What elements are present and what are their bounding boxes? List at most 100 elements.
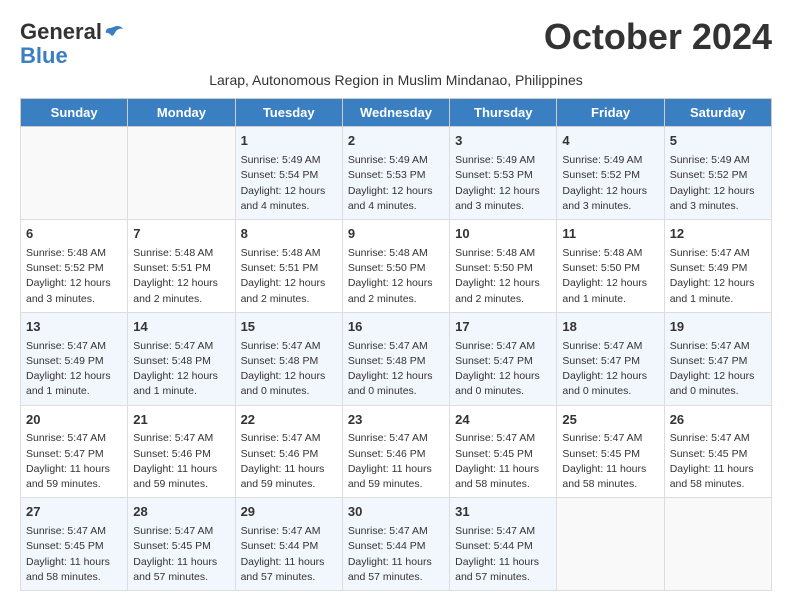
calendar-cell: 23Sunrise: 5:47 AMSunset: 5:46 PMDayligh… xyxy=(342,405,449,498)
day-info: Daylight: 11 hours xyxy=(455,555,551,570)
day-number: 27 xyxy=(26,503,122,522)
day-info: and 3 minutes. xyxy=(26,292,122,307)
day-info: Sunset: 5:50 PM xyxy=(455,261,551,276)
calendar-cell: 13Sunrise: 5:47 AMSunset: 5:49 PMDayligh… xyxy=(21,312,128,405)
day-info: Sunrise: 5:49 AM xyxy=(455,153,551,168)
day-info: Daylight: 12 hours xyxy=(455,369,551,384)
calendar-cell: 30Sunrise: 5:47 AMSunset: 5:44 PMDayligh… xyxy=(342,498,449,591)
calendar-table: SundayMondayTuesdayWednesdayThursdayFrid… xyxy=(20,98,772,591)
day-info: Sunrise: 5:47 AM xyxy=(241,339,337,354)
day-info: Daylight: 12 hours xyxy=(670,184,766,199)
day-info: and 58 minutes. xyxy=(455,477,551,492)
day-info: Sunrise: 5:47 AM xyxy=(455,431,551,446)
day-info: Daylight: 12 hours xyxy=(348,369,444,384)
calendar-cell: 15Sunrise: 5:47 AMSunset: 5:48 PMDayligh… xyxy=(235,312,342,405)
calendar-cell: 8Sunrise: 5:48 AMSunset: 5:51 PMDaylight… xyxy=(235,220,342,313)
day-info: and 58 minutes. xyxy=(562,477,658,492)
day-info: Daylight: 11 hours xyxy=(241,555,337,570)
calendar-cell: 2Sunrise: 5:49 AMSunset: 5:53 PMDaylight… xyxy=(342,127,449,220)
day-info: Sunrise: 5:48 AM xyxy=(562,246,658,261)
calendar-cell: 20Sunrise: 5:47 AMSunset: 5:47 PMDayligh… xyxy=(21,405,128,498)
week-row: 6Sunrise: 5:48 AMSunset: 5:52 PMDaylight… xyxy=(21,220,772,313)
day-info: and 59 minutes. xyxy=(133,477,229,492)
day-number: 11 xyxy=(562,225,658,244)
calendar-cell: 10Sunrise: 5:48 AMSunset: 5:50 PMDayligh… xyxy=(450,220,557,313)
calendar-cell: 12Sunrise: 5:47 AMSunset: 5:49 PMDayligh… xyxy=(664,220,771,313)
calendar-cell xyxy=(557,498,664,591)
day-number: 24 xyxy=(455,411,551,430)
day-header-monday: Monday xyxy=(128,99,235,127)
day-info: and 2 minutes. xyxy=(133,292,229,307)
day-number: 28 xyxy=(133,503,229,522)
day-info: Daylight: 12 hours xyxy=(562,276,658,291)
day-info: Sunset: 5:51 PM xyxy=(133,261,229,276)
day-number: 20 xyxy=(26,411,122,430)
day-info: Sunrise: 5:47 AM xyxy=(455,524,551,539)
day-info: Daylight: 11 hours xyxy=(26,555,122,570)
day-info: Sunrise: 5:47 AM xyxy=(562,339,658,354)
day-number: 25 xyxy=(562,411,658,430)
day-info: Sunset: 5:48 PM xyxy=(348,354,444,369)
week-row: 27Sunrise: 5:47 AMSunset: 5:45 PMDayligh… xyxy=(21,498,772,591)
day-info: Daylight: 12 hours xyxy=(133,276,229,291)
day-info: Daylight: 12 hours xyxy=(455,276,551,291)
day-number: 14 xyxy=(133,318,229,337)
day-info: Sunrise: 5:48 AM xyxy=(348,246,444,261)
day-info: Daylight: 11 hours xyxy=(562,462,658,477)
day-info: Sunset: 5:47 PM xyxy=(455,354,551,369)
calendar-cell: 11Sunrise: 5:48 AMSunset: 5:50 PMDayligh… xyxy=(557,220,664,313)
day-info: Sunrise: 5:47 AM xyxy=(26,339,122,354)
day-info: Sunrise: 5:47 AM xyxy=(348,431,444,446)
calendar-cell: 9Sunrise: 5:48 AMSunset: 5:50 PMDaylight… xyxy=(342,220,449,313)
day-info: Sunrise: 5:47 AM xyxy=(455,339,551,354)
day-info: Daylight: 12 hours xyxy=(26,276,122,291)
day-number: 5 xyxy=(670,132,766,151)
day-info: and 58 minutes. xyxy=(670,477,766,492)
day-info: and 57 minutes. xyxy=(455,570,551,585)
day-info: and 58 minutes. xyxy=(26,570,122,585)
day-info: and 1 minute. xyxy=(133,384,229,399)
calendar-subtitle: Larap, Autonomous Region in Muslim Minda… xyxy=(20,72,772,88)
day-info: and 2 minutes. xyxy=(241,292,337,307)
calendar-cell: 6Sunrise: 5:48 AMSunset: 5:52 PMDaylight… xyxy=(21,220,128,313)
day-info: Sunrise: 5:47 AM xyxy=(241,524,337,539)
calendar-cell: 31Sunrise: 5:47 AMSunset: 5:44 PMDayligh… xyxy=(450,498,557,591)
day-info: Sunset: 5:46 PM xyxy=(348,447,444,462)
day-info: Sunrise: 5:49 AM xyxy=(670,153,766,168)
day-info: Sunrise: 5:49 AM xyxy=(562,153,658,168)
day-header-thursday: Thursday xyxy=(450,99,557,127)
day-info: Sunset: 5:45 PM xyxy=(562,447,658,462)
day-info: Sunrise: 5:47 AM xyxy=(670,339,766,354)
day-info: Sunrise: 5:49 AM xyxy=(241,153,337,168)
day-info: and 59 minutes. xyxy=(241,477,337,492)
day-info: and 59 minutes. xyxy=(348,477,444,492)
day-info: Sunset: 5:46 PM xyxy=(133,447,229,462)
day-info: and 57 minutes. xyxy=(133,570,229,585)
day-info: and 4 minutes. xyxy=(241,199,337,214)
day-info: and 0 minutes. xyxy=(562,384,658,399)
day-header-friday: Friday xyxy=(557,99,664,127)
day-info: Sunset: 5:45 PM xyxy=(670,447,766,462)
day-info: Sunset: 5:47 PM xyxy=(26,447,122,462)
day-number: 23 xyxy=(348,411,444,430)
day-info: Sunset: 5:45 PM xyxy=(455,447,551,462)
day-info: Sunset: 5:53 PM xyxy=(455,168,551,183)
calendar-cell xyxy=(664,498,771,591)
day-info: Sunrise: 5:47 AM xyxy=(133,431,229,446)
calendar-cell: 26Sunrise: 5:47 AMSunset: 5:45 PMDayligh… xyxy=(664,405,771,498)
day-number: 26 xyxy=(670,411,766,430)
day-info: and 1 minute. xyxy=(562,292,658,307)
calendar-cell: 22Sunrise: 5:47 AMSunset: 5:46 PMDayligh… xyxy=(235,405,342,498)
day-info: Sunrise: 5:47 AM xyxy=(26,524,122,539)
day-info: and 4 minutes. xyxy=(348,199,444,214)
week-row: 1Sunrise: 5:49 AMSunset: 5:54 PMDaylight… xyxy=(21,127,772,220)
day-number: 7 xyxy=(133,225,229,244)
day-info: Sunset: 5:44 PM xyxy=(241,539,337,554)
logo-bird-icon xyxy=(104,25,124,41)
day-number: 1 xyxy=(241,132,337,151)
day-info: Daylight: 11 hours xyxy=(241,462,337,477)
day-info: Sunrise: 5:48 AM xyxy=(455,246,551,261)
day-number: 29 xyxy=(241,503,337,522)
day-info: Sunrise: 5:47 AM xyxy=(241,431,337,446)
day-info: Sunrise: 5:47 AM xyxy=(670,431,766,446)
